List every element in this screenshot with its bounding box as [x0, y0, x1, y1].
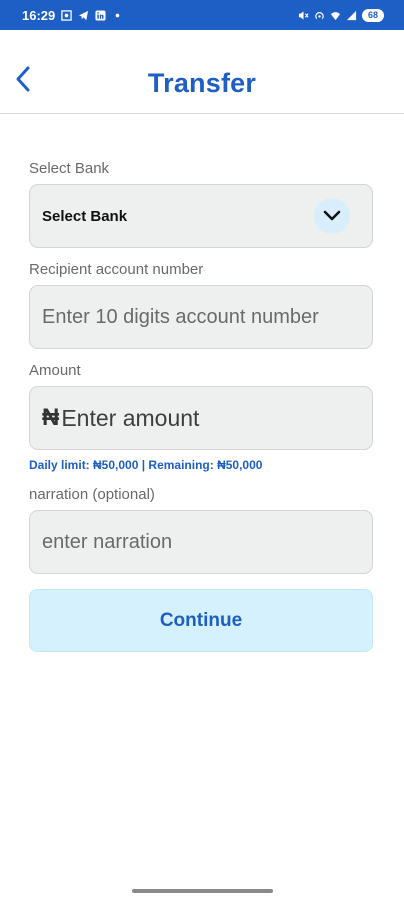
- account-label: Recipient account number: [29, 261, 204, 278]
- account-number-input[interactable]: [42, 305, 360, 329]
- narration-field-box: [29, 510, 373, 574]
- app-bar: Transfer: [0, 30, 404, 114]
- status-bar: 16:29 68: [0, 0, 404, 30]
- continue-button[interactable]: Continue: [29, 589, 373, 652]
- page-title: Transfer: [147, 68, 257, 98]
- telegram-icon: [79, 10, 89, 20]
- linkedin-icon: [95, 9, 106, 21]
- battery-icon: 68: [361, 8, 384, 22]
- wifi-icon: [330, 11, 341, 20]
- naira-symbol: ₦: [42, 404, 60, 431]
- narration-input[interactable]: [42, 530, 360, 554]
- chevron-down-icon: [323, 210, 341, 221]
- status-left: 16:29: [22, 8, 123, 23]
- home-indicator[interactable]: [132, 889, 273, 893]
- dropdown-toggle[interactable]: [314, 198, 350, 234]
- bank-select[interactable]: Select Bank: [29, 184, 373, 248]
- amount-input[interactable]: [61, 404, 360, 432]
- dot-icon: [115, 13, 120, 17]
- mute-icon: [298, 10, 309, 20]
- daily-limit-text: Daily limit: ₦50,000 | Remaining: ₦50,00…: [29, 458, 263, 472]
- amount-field-box: ₦: [29, 386, 373, 450]
- hotspot-icon: [315, 11, 324, 19]
- amount-label: Amount: [29, 362, 81, 379]
- screenshot-icon: [61, 9, 72, 21]
- bank-select-value: Select Bank: [42, 207, 128, 225]
- account-field-box: [29, 285, 373, 349]
- transfer-form: Select Bank Select Bank Recipient accoun…: [29, 158, 373, 574]
- narration-label: narration (optional): [29, 486, 155, 503]
- signal-icon: [346, 10, 357, 20]
- status-time: 16:29: [22, 7, 56, 23]
- status-right: 68: [298, 8, 384, 22]
- bank-label: Select Bank: [29, 160, 110, 177]
